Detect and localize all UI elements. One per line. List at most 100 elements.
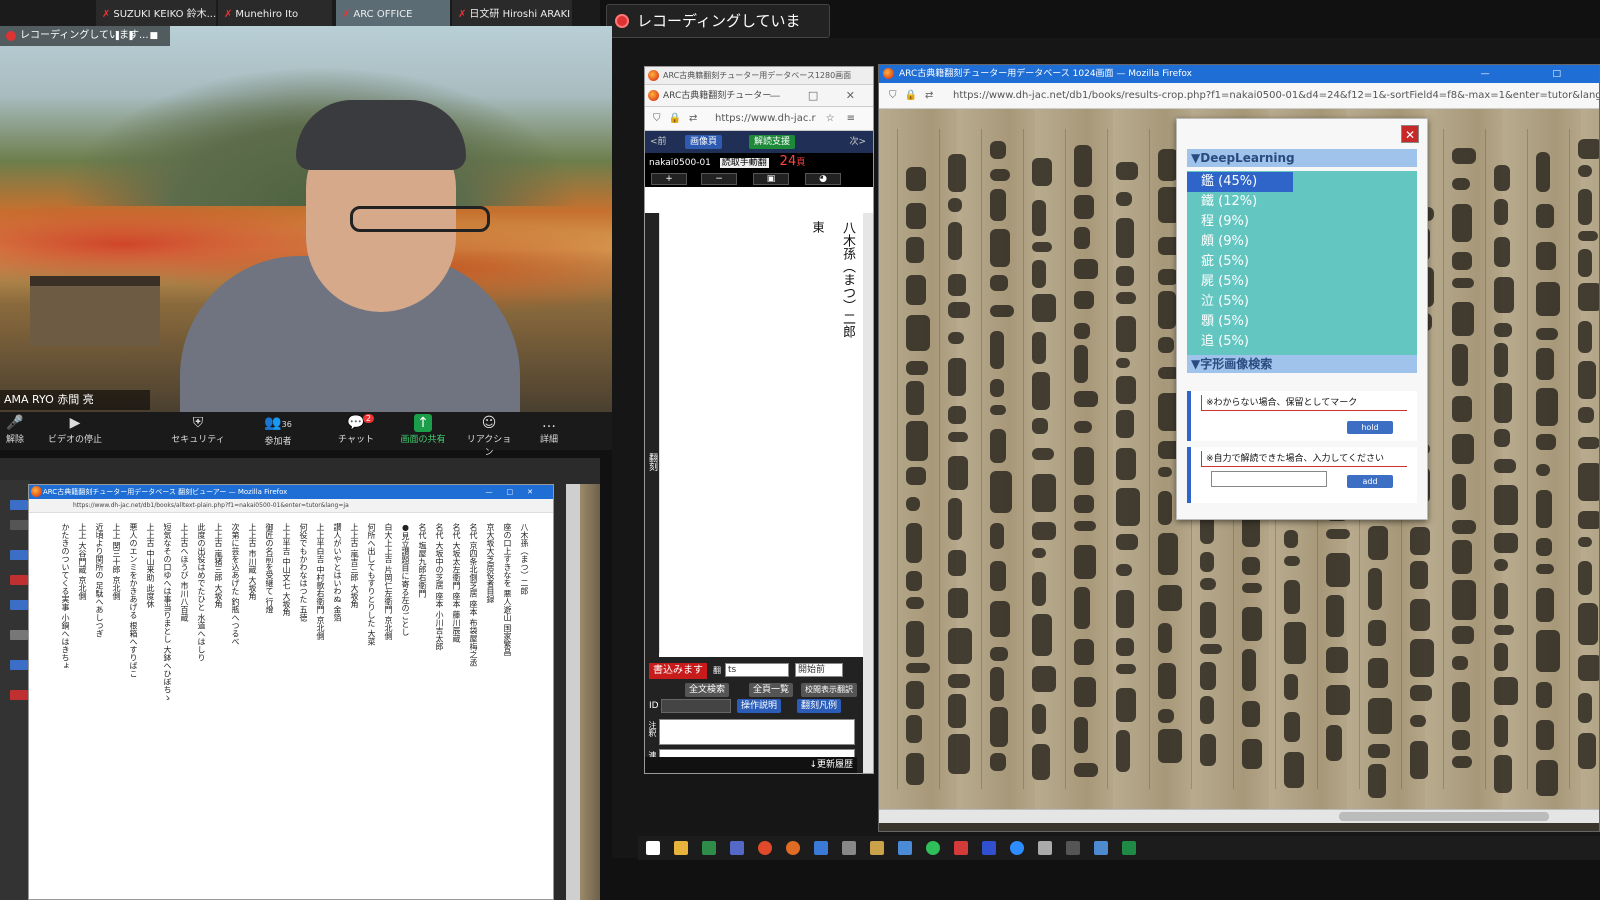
- stop-video-button[interactable]: ▶ ビデオの停止: [40, 414, 110, 445]
- zoom-icon[interactable]: [1010, 841, 1024, 855]
- note-textarea[interactable]: [659, 719, 855, 745]
- app-icon[interactable]: [954, 841, 968, 855]
- share-screen-button[interactable]: ↑ 画面の共有: [396, 414, 450, 445]
- ink-stroke: [990, 753, 1006, 771]
- fulltext-button[interactable]: 全文検索: [685, 683, 730, 697]
- window-controls[interactable]: — □: [1481, 65, 1591, 83]
- tutor-browser-window[interactable]: ARC古典籍翻刻チューター用データベース1280画面 ARC古典籍翻刻チューター…: [644, 66, 874, 774]
- mute-button[interactable]: 🎤 解除: [0, 414, 30, 445]
- candidate-item[interactable]: 鑑 (45%): [1187, 172, 1293, 192]
- status-select[interactable]: 開始前: [795, 663, 843, 677]
- alltext-browser-window[interactable]: ARC古典籍翻刻チューター用データベース 翻刻ビューアー — Mozilla F…: [28, 484, 554, 900]
- candidate-item[interactable]: 鐵 (12%): [1187, 192, 1257, 212]
- candidate-item[interactable]: 追 (5%): [1187, 332, 1249, 352]
- ink-stroke: [948, 674, 970, 688]
- crop-viewer-url-bar[interactable]: ⛉🔒⇄ https://www.dh-jac.net/db1/books/res…: [879, 83, 1599, 109]
- rotate-button[interactable]: ◕: [805, 173, 841, 185]
- glyph-search-header[interactable]: ▼字形画像検索: [1187, 355, 1417, 373]
- ink-stroke: [1494, 323, 1512, 337]
- write-button[interactable]: 書込みます: [649, 663, 707, 679]
- candidate-item[interactable]: 顋 (5%): [1187, 312, 1249, 332]
- review-view-button[interactable]: 校閲表示翻訳: [801, 683, 857, 697]
- excel-icon[interactable]: [1122, 841, 1136, 855]
- recording-controls[interactable]: ❚❚ ■: [114, 26, 164, 46]
- chat-button[interactable]: 💬 2 チャット: [336, 414, 376, 445]
- hold-button[interactable]: hold: [1347, 421, 1393, 434]
- prev-page-button[interactable]: <前: [645, 135, 672, 149]
- folder-icon[interactable]: [674, 841, 688, 855]
- more-button[interactable]: … 詳細: [536, 414, 562, 445]
- participant-tile[interactable]: ✗ ARC OFFICE: [336, 0, 450, 26]
- app-icon[interactable]: [730, 841, 744, 855]
- manual-button[interactable]: 操作説明: [737, 699, 782, 713]
- id-field[interactable]: [661, 699, 731, 713]
- star-menu-icon[interactable]: ☆≡: [826, 107, 867, 131]
- ink-stroke: [1242, 739, 1262, 769]
- close-icon[interactable]: ✕: [1401, 125, 1419, 143]
- alltext-title-bar[interactable]: ARC古典籍翻刻チューター用データベース 翻刻ビューアー — Mozilla F…: [29, 485, 553, 499]
- text-column: 近頃より関所の 足駄へあしつぎ: [95, 523, 104, 638]
- app-icon[interactable]: [1038, 841, 1052, 855]
- mic-muted-icon: ✗: [458, 9, 467, 20]
- security-button[interactable]: ⛨ セキュリティ: [170, 414, 226, 445]
- tutor-url-bar[interactable]: ⛉🔒⇄ https://www.dh-jac.r ☆≡: [645, 107, 873, 131]
- candidate-item[interactable]: 屍 (5%): [1187, 272, 1249, 292]
- firefox-icon: [883, 68, 894, 79]
- manual-input[interactable]: [1211, 471, 1327, 487]
- horizontal-scrollbar[interactable]: [879, 809, 1599, 823]
- deeplearning-header[interactable]: ▼DeepLearning: [1187, 149, 1417, 167]
- app-icon[interactable]: [702, 841, 716, 855]
- ink-stroke: [1452, 302, 1474, 336]
- windows-start-icon[interactable]: [646, 841, 660, 855]
- tutor-scrollbar[interactable]: [863, 213, 873, 773]
- app-icon[interactable]: [898, 841, 912, 855]
- candidate-item[interactable]: 頗 (9%): [1187, 232, 1249, 252]
- participants-button[interactable]: 👥36 参加者: [252, 414, 304, 447]
- app-icon[interactable]: [982, 841, 996, 855]
- line-icon[interactable]: [926, 841, 940, 855]
- participant-tile[interactable]: ✗ Munehiro Ito: [218, 0, 332, 26]
- alltext-scrollbar[interactable]: [566, 484, 580, 900]
- next-page-button[interactable]: 次>: [844, 135, 871, 149]
- participant-tile[interactable]: ✗ SUZUKI KEIKO 鈴木...: [96, 0, 216, 26]
- firefox-icon[interactable]: [786, 841, 800, 855]
- update-history-link[interactable]: ↓更新履歴: [645, 757, 857, 773]
- app-icon[interactable]: [842, 841, 856, 855]
- tutor-title-bar[interactable]: ARC古典籍翻刻チューター — □ ✕: [645, 85, 873, 107]
- window-controls[interactable]: —□✕: [486, 485, 547, 499]
- alltext-url-bar[interactable]: https://www.dh-jac.net/db1/books/alltext…: [29, 499, 553, 513]
- candidate-item[interactable]: 程 (9%): [1187, 212, 1249, 232]
- app-icon[interactable]: [814, 841, 828, 855]
- speaker-video[interactable]: レコーディングしています... ❚❚ ■ AMA RYO 赤間 亮: [0, 26, 612, 412]
- app-icon[interactable]: [1094, 841, 1108, 855]
- shield-icon: ⛨: [192, 415, 204, 431]
- chrome-icon[interactable]: [758, 841, 772, 855]
- image-page-button[interactable]: 画像頁: [685, 135, 723, 149]
- rules-button[interactable]: 翻刻凡例: [797, 699, 842, 713]
- add-button[interactable]: add: [1347, 475, 1393, 488]
- app-icon[interactable]: [1066, 841, 1080, 855]
- shield-lock-icon: ⛉🔒⇄: [889, 90, 942, 101]
- deeplearning-panel[interactable]: ✕ ▼DeepLearning 鑑 (45%) 鐵 (12%) 程 (9%) 頗 (9…: [1176, 118, 1428, 520]
- participant-tile[interactable]: ✗ 日文研 Hiroshi ARAKI: [452, 0, 572, 26]
- ink-stroke: [1074, 495, 1094, 513]
- fit-button[interactable]: ▣: [753, 173, 789, 185]
- app-icon[interactable]: [870, 841, 884, 855]
- transcription-field[interactable]: ts: [725, 663, 789, 677]
- text-column: 京大坂大芝居役者目録: [486, 523, 495, 603]
- transcription-area[interactable]: 八木孫（まつ）二郎 東: [659, 213, 859, 653]
- scroll-thumb[interactable]: [1339, 812, 1549, 821]
- all-pages-button[interactable]: 全頁一覧: [749, 683, 794, 697]
- zoom-in-button[interactable]: +: [651, 173, 687, 185]
- scan-text-column: [1443, 129, 1483, 789]
- ink-stroke: [906, 167, 926, 191]
- candidate-item[interactable]: 泣 (5%): [1187, 292, 1249, 312]
- crop-viewer-title-bar[interactable]: ARC古典籍翻刻チューター用データベース 1024画面 — Mozilla Fi…: [879, 65, 1599, 83]
- window-controls[interactable]: — □ ✕: [769, 85, 867, 107]
- zoom-out-button[interactable]: −: [701, 173, 737, 185]
- tutor-back-title[interactable]: ARC古典籍翻刻チューター用データベース1280画面: [645, 67, 873, 85]
- support-button[interactable]: 解読支援: [749, 135, 796, 149]
- reactions-button[interactable]: ☺ リアクション: [466, 414, 512, 458]
- scan-text-column: [1107, 129, 1147, 789]
- candidate-item[interactable]: 疵 (5%): [1187, 252, 1249, 272]
